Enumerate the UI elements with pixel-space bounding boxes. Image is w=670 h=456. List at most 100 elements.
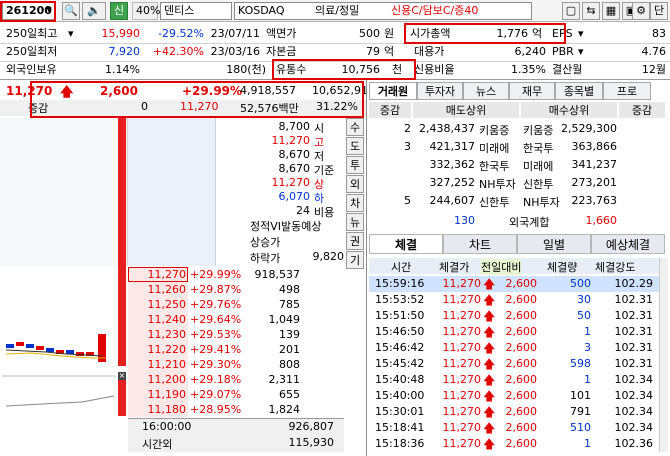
grid-icon[interactable]: ▦ bbox=[602, 2, 620, 20]
trade-strength: 102.34 bbox=[614, 373, 654, 386]
trade-row[interactable]: 15:18:41 11,270 🡅 2,600 510 102.34 bbox=[369, 420, 659, 436]
trade-price: 11,270 bbox=[442, 293, 482, 306]
unit-float: 천 bbox=[392, 63, 403, 76]
info-grid: 250일최고 ▾ 15,990 -29.52% 23/07/11 액면가 500… bbox=[0, 26, 670, 78]
price-2: 11,270 bbox=[180, 100, 219, 113]
broker-tab-0[interactable]: 거래원 bbox=[369, 82, 417, 100]
trade-strength: 102.36 bbox=[614, 437, 654, 450]
value-par-value: 500 bbox=[359, 27, 380, 40]
vtab-6[interactable]: 권 bbox=[346, 232, 364, 250]
trade-qty: 1 bbox=[584, 373, 591, 386]
trade-tab-3[interactable]: 예상체결 bbox=[591, 234, 665, 254]
vtab-2[interactable]: 투 bbox=[346, 156, 364, 174]
vtab-5[interactable]: 뉴 bbox=[346, 213, 364, 231]
footer-volume-2: 115,930 bbox=[288, 436, 335, 449]
trade-row[interactable]: 15:30:01 11,270 🡅 2,600 791 102.34 bbox=[369, 404, 659, 420]
order-book-row[interactable]: 11,260 +29.87% 498 bbox=[128, 282, 344, 297]
order-book-row[interactable]: 11,270 +29.99% 918,537 bbox=[128, 267, 344, 282]
value-250-high: 15,990 bbox=[101, 27, 141, 40]
chevron-down-icon[interactable]: ▾ bbox=[578, 26, 588, 42]
order-book-row[interactable]: 11,240 +29.64% 1,049 bbox=[128, 312, 344, 327]
trade-strength: 102.31 bbox=[614, 309, 654, 322]
broker-sell-name[interactable]: 한국투 bbox=[479, 158, 509, 174]
chevron-down-icon[interactable]: ▾ bbox=[42, 2, 56, 20]
dan-button[interactable]: 단 bbox=[650, 2, 668, 20]
vtab-0[interactable]: 수 bbox=[346, 118, 364, 136]
speaker-icon[interactable]: 🔈 bbox=[82, 2, 106, 20]
square-icon[interactable]: ▢ bbox=[562, 2, 580, 20]
change-qty: 0 bbox=[141, 100, 148, 113]
up-arrow-icon: 🡅 bbox=[483, 373, 496, 387]
up-arrow-icon: 🡅 bbox=[483, 293, 496, 307]
date-250-high: 23/07/11 bbox=[210, 27, 260, 40]
trade-row[interactable]: 15:45:42 11,270 🡅 2,600 598 102.31 bbox=[369, 356, 659, 372]
ob-rate: +28.95% bbox=[190, 403, 242, 416]
scrollbar[interactable] bbox=[659, 258, 668, 452]
ob-qty: 201 bbox=[279, 343, 300, 356]
broker-sell-name[interactable]: NH투자 bbox=[479, 176, 516, 192]
broker-buy-name[interactable]: 한국투 bbox=[523, 140, 553, 156]
current-price: 11,270 bbox=[6, 84, 53, 98]
trade-row[interactable]: 15:40:00 11,270 🡅 2,600 101 102.34 bbox=[369, 388, 659, 404]
trade-time: 15:18:36 bbox=[375, 437, 425, 450]
sector-label: 의료/정밀 bbox=[315, 4, 360, 17]
broker-tab-2[interactable]: 뉴스 bbox=[463, 82, 509, 100]
broker-buy-name[interactable]: 키움증 bbox=[523, 122, 553, 138]
vtab-7[interactable]: 기 bbox=[346, 251, 364, 269]
chevron-down-icon[interactable]: ▾ bbox=[578, 44, 588, 60]
broker-tab-1[interactable]: 투자자 bbox=[417, 82, 463, 100]
ob-qty: 808 bbox=[279, 358, 300, 371]
value-fiscal-month: 12월 bbox=[641, 63, 666, 76]
ob-price: 11,260 bbox=[147, 283, 187, 296]
trade-change: 2,600 bbox=[505, 277, 538, 290]
broker-header-buy: 매수상위 bbox=[521, 102, 617, 118]
close-icon[interactable]: × bbox=[118, 372, 126, 380]
broker-tab-5[interactable]: 프로 bbox=[603, 82, 651, 100]
trade-change: 2,600 bbox=[505, 325, 538, 338]
trade-qty: 30 bbox=[577, 293, 591, 306]
trade-row[interactable]: 15:40:48 11,270 🡅 2,600 1 102.34 bbox=[369, 372, 659, 388]
broker-sell-name[interactable]: 신한투 bbox=[479, 194, 509, 210]
vtab-3[interactable]: 외 bbox=[346, 175, 364, 193]
trade-row[interactable]: 15:53:52 11,270 🡅 2,600 30 102.31 bbox=[369, 292, 659, 308]
order-book-row[interactable]: 11,220 +29.41% 201 bbox=[128, 342, 344, 357]
order-book-row[interactable]: 11,250 +29.76% 785 bbox=[128, 297, 344, 312]
trade-time: 15:53:52 bbox=[375, 293, 425, 306]
trade-tab-0[interactable]: 체결 bbox=[369, 234, 443, 254]
trade-change: 2,600 bbox=[505, 421, 538, 434]
unit-market-cap: 억 bbox=[532, 27, 543, 40]
trade-row[interactable]: 15:46:50 11,270 🡅 2,600 1 102.31 bbox=[369, 324, 659, 340]
trade-tab-1[interactable]: 차트 bbox=[443, 234, 517, 254]
vtab-4[interactable]: 차 bbox=[346, 194, 364, 212]
vtab-1[interactable]: 도 bbox=[346, 137, 364, 155]
broker-sell-name[interactable]: 키움증 bbox=[479, 122, 509, 138]
order-book-row[interactable]: 11,180 +28.95% 1,824 bbox=[128, 402, 344, 417]
up-arrow-icon: 🡅 bbox=[483, 437, 496, 451]
order-book-row[interactable]: 11,210 +29.30% 808 bbox=[128, 357, 344, 372]
gear-icon[interactable]: ⚙ bbox=[632, 2, 650, 20]
broker-sell-name[interactable]: 미래에 bbox=[479, 140, 509, 156]
trade-strength: 102.34 bbox=[614, 405, 654, 418]
prev-volume: 10,652,91 bbox=[312, 84, 368, 97]
trade-tab-2[interactable]: 일별 bbox=[517, 234, 591, 254]
broker-buy-name[interactable]: 미래에 bbox=[523, 158, 553, 174]
order-book-row[interactable]: 11,230 +29.53% 139 bbox=[128, 327, 344, 342]
trade-row[interactable]: 15:59:16 11,270 🡅 2,600 500 102.29 bbox=[369, 276, 659, 292]
order-book-row[interactable]: 11,190 +29.07% 655 bbox=[128, 387, 344, 402]
ask-depth-area bbox=[0, 118, 128, 266]
summary-value: 6,070 bbox=[278, 190, 311, 203]
order-book-row[interactable]: 11,200 +29.18% 2,311 bbox=[128, 372, 344, 387]
trade-row[interactable]: 15:51:50 11,270 🡅 2,600 50 102.31 bbox=[369, 308, 659, 324]
broker-tab-3[interactable]: 재무 bbox=[509, 82, 555, 100]
trade-strength: 102.34 bbox=[614, 421, 654, 434]
broker-tab-4[interactable]: 종목별 bbox=[555, 82, 603, 100]
trade-row[interactable]: 15:46:42 11,270 🡅 2,600 3 102.31 bbox=[369, 340, 659, 356]
link-icon[interactable]: ⇆ bbox=[582, 2, 600, 20]
ob-rate: +29.30% bbox=[190, 358, 242, 371]
value-250-low: 7,920 bbox=[108, 45, 141, 58]
search-icon[interactable]: 🔍 bbox=[62, 2, 80, 20]
trade-row[interactable]: 15:18:36 11,270 🡅 2,600 1 102.36 bbox=[369, 436, 659, 452]
chevron-down-icon[interactable]: ▾ bbox=[68, 26, 78, 42]
label-pbr: PBR bbox=[552, 45, 574, 58]
broker-buy-name[interactable]: 신한투 bbox=[523, 176, 553, 192]
